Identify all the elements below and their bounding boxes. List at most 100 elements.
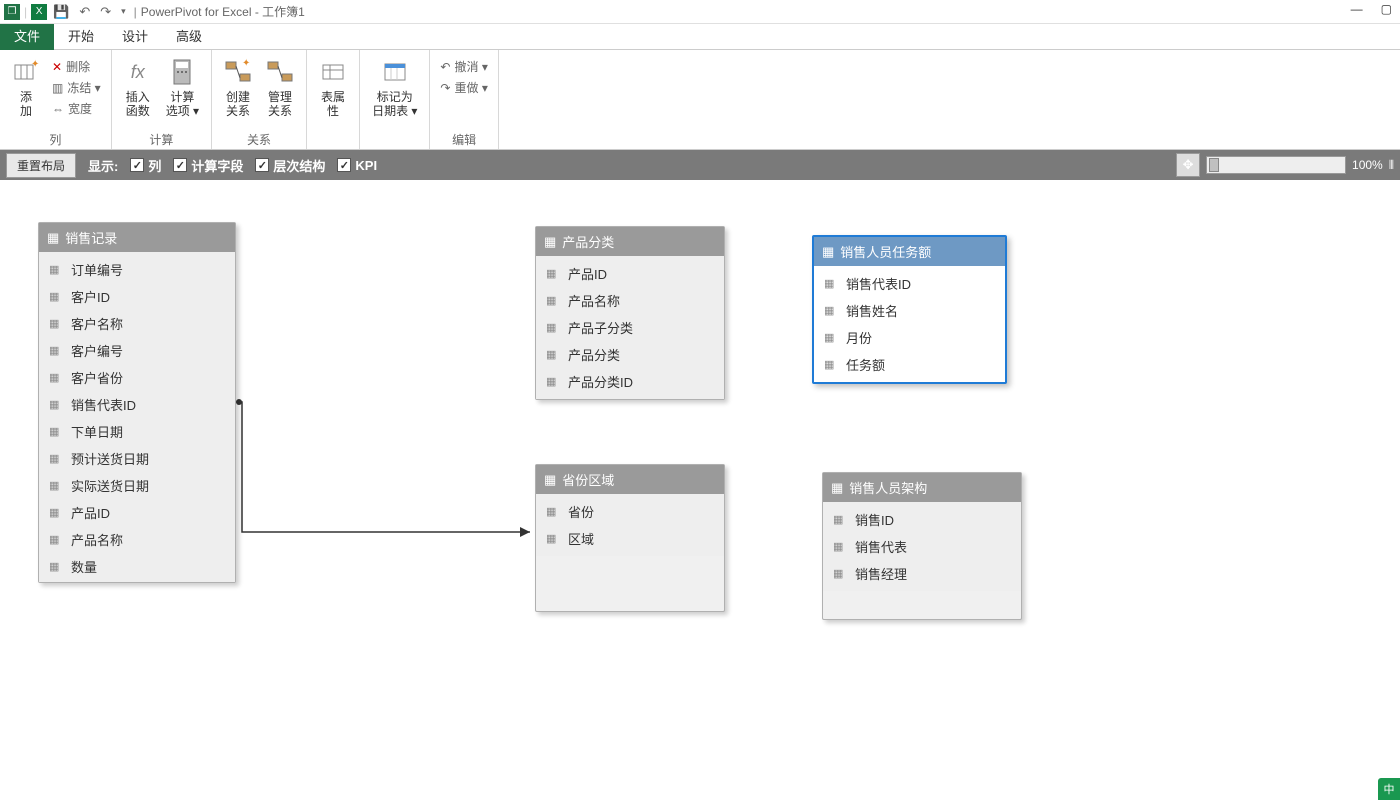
card-title: 销售人员架构 <box>849 478 927 497</box>
field-label: 数量 <box>71 557 97 576</box>
field-label: 省份 <box>568 502 594 521</box>
card-header[interactable]: ▦产品分类 <box>536 227 724 256</box>
field-item[interactable]: ▦区域 <box>536 525 724 552</box>
field-item[interactable]: ▦单价 <box>39 580 235 582</box>
field-label: 产品分类ID <box>568 372 633 391</box>
card-header[interactable]: ▦省份区域 <box>536 465 724 494</box>
field-item[interactable]: ▦客户省份 <box>39 364 235 391</box>
field-label: 销售代表ID <box>846 274 911 293</box>
field-item[interactable]: ▦产品名称 <box>39 526 235 553</box>
field-item[interactable]: ▦预计送货日期 <box>39 445 235 472</box>
card-header[interactable]: ▦ 销售人员架构 <box>823 473 1021 502</box>
field-item[interactable]: ▦产品ID <box>536 260 724 287</box>
ime-badge[interactable]: 中 <box>1378 778 1400 800</box>
window-title: PowerPivot for Excel - 工作簿1 <box>141 3 305 20</box>
create-relationship-button[interactable]: ✦ 创建 关系 <box>218 54 258 120</box>
field-label: 产品名称 <box>568 291 620 310</box>
show-label: 显示: <box>88 156 118 175</box>
field-item[interactable]: ▦实际送货日期 <box>39 472 235 499</box>
card-header[interactable]: ▦销售记录 <box>39 223 235 252</box>
zoom-slider[interactable] <box>1206 156 1346 174</box>
column-icon: ▦ <box>546 348 562 361</box>
redo-button[interactable]: ↷重做 ▾ <box>436 77 491 98</box>
add-column-button[interactable]: ✦ 添 加 <box>6 54 46 120</box>
field-item[interactable]: ▦产品分类 <box>536 341 724 368</box>
maximize-button[interactable]: ▢ <box>1381 2 1392 16</box>
check-icon: ✓ <box>173 158 187 172</box>
field-item[interactable]: ▦客户ID <box>39 283 235 310</box>
field-item[interactable]: ▦销售代表ID <box>39 391 235 418</box>
field-label: 产品子分类 <box>568 318 633 337</box>
card-body: ▦订单编号▦客户ID▦客户名称▦客户编号▦客户省份▦销售代表ID▦下单日期▦预计… <box>39 252 235 582</box>
group-label-calc: 计算 <box>118 131 205 147</box>
table-card-region[interactable]: ▦省份区域 ▦省份▦区域 <box>535 464 725 612</box>
field-item[interactable]: ▦下单日期 <box>39 418 235 445</box>
check-icon: ✓ <box>255 158 269 172</box>
column-icon: ▦ <box>49 263 65 276</box>
check-icon: ✓ <box>337 158 351 172</box>
table-prop-icon <box>319 56 347 88</box>
svg-text:✦: ✦ <box>242 58 250 69</box>
field-item[interactable]: ▦任务额 <box>814 351 1005 378</box>
field-item[interactable]: ▦销售经理 <box>823 560 1021 587</box>
zoom-handle-icon[interactable]: ⦀ <box>1389 158 1394 173</box>
field-item[interactable]: ▦销售ID <box>823 506 1021 533</box>
table-card-sales[interactable]: ▦销售记录 ▦订单编号▦客户ID▦客户名称▦客户编号▦客户省份▦销售代表ID▦下… <box>38 222 236 583</box>
table-card-staff[interactable]: ▦ 销售人员架构 ▦销售ID▦销售代表▦销售经理 <box>822 472 1022 620</box>
minimize-button[interactable]: ― <box>1351 2 1363 16</box>
tab-advanced[interactable]: 高级 <box>162 24 216 50</box>
field-item[interactable]: ▦产品子分类 <box>536 314 724 341</box>
table-icon: ▦ <box>831 480 843 496</box>
field-label: 实际送货日期 <box>71 476 149 495</box>
manage-relationships-button[interactable]: 管理 关系 <box>260 54 300 120</box>
table-card-category[interactable]: ▦产品分类 ▦产品ID▦产品名称▦产品子分类▦产品分类▦产品分类ID <box>535 226 725 400</box>
card-header[interactable]: ▦销售人员任务额 <box>814 237 1005 266</box>
tab-design[interactable]: 设计 <box>108 24 162 50</box>
width-button[interactable]: ⇔宽度 <box>48 98 105 119</box>
reset-layout-button[interactable]: 重置布局 <box>6 153 76 178</box>
mark-date-table-button[interactable]: 标记为 日期表 ▾ <box>366 54 423 120</box>
card-title: 销售记录 <box>65 228 117 247</box>
table-card-quota[interactable]: ▦销售人员任务额 ▦销售代表ID▦销售姓名▦月份▦任务额 <box>812 235 1007 384</box>
svg-text:✦: ✦ <box>31 59 39 70</box>
table-properties-button[interactable]: 表属 性 <box>313 54 353 120</box>
checkbox-calc-fields[interactable]: ✓计算字段 <box>173 156 243 175</box>
diagram-canvas[interactable]: ▦销售记录 ▦订单编号▦客户ID▦客户名称▦客户编号▦客户省份▦销售代表ID▦下… <box>0 180 1400 800</box>
checkbox-kpi[interactable]: ✓KPI <box>337 158 377 173</box>
field-label: 客户名称 <box>71 314 123 333</box>
checkbox-columns[interactable]: ✓列 <box>130 156 161 175</box>
undo-icon[interactable]: ↶ <box>75 4 94 20</box>
field-item[interactable]: ▦销售姓名 <box>814 297 1005 324</box>
tab-home[interactable]: 开始 <box>54 24 108 50</box>
redo-icon[interactable]: ↷ <box>96 4 115 20</box>
ribbon: ✦ 添 加 ✕删除 ▥冻结 ▾ ⇔宽度 列 fx 插入 函数 计算 选项 ▾ 计… <box>0 50 1400 150</box>
field-item[interactable]: ▦省份 <box>536 498 724 525</box>
field-item[interactable]: ▦数量 <box>39 553 235 580</box>
field-item[interactable]: ▦销售代表 <box>823 533 1021 560</box>
delete-button[interactable]: ✕删除 <box>48 56 105 77</box>
field-item[interactable]: ▦月份 <box>814 324 1005 351</box>
column-icon: ▦ <box>49 452 65 465</box>
field-item[interactable]: ▦客户名称 <box>39 310 235 337</box>
calculation-options-button[interactable]: 计算 选项 ▾ <box>160 54 205 120</box>
pan-control[interactable]: ✥ <box>1176 153 1200 177</box>
qat-dropdown-icon[interactable]: ▾ <box>117 6 130 17</box>
field-label: 产品ID <box>71 503 110 522</box>
undo-button[interactable]: ↶撤消 ▾ <box>436 56 491 77</box>
checkbox-hierarchies[interactable]: ✓层次结构 <box>255 156 325 175</box>
width-icon: ⇔ <box>52 102 64 116</box>
check-icon: ✓ <box>130 158 144 172</box>
field-item[interactable]: ▦产品ID <box>39 499 235 526</box>
column-icon: ▦ <box>833 513 849 526</box>
insert-function-button[interactable]: fx 插入 函数 <box>118 54 158 120</box>
field-item[interactable]: ▦产品名称 <box>536 287 724 314</box>
field-item[interactable]: ▦产品分类ID <box>536 368 724 395</box>
tab-file[interactable]: 文件 <box>0 24 54 50</box>
field-item[interactable]: ▦订单编号 <box>39 256 235 283</box>
table-add-icon: ✦ <box>12 56 40 88</box>
field-item[interactable]: ▦客户编号 <box>39 337 235 364</box>
column-icon: ▦ <box>49 290 65 303</box>
freeze-button[interactable]: ▥冻结 ▾ <box>48 77 105 98</box>
save-icon[interactable]: 💾 <box>49 4 73 20</box>
field-item[interactable]: ▦销售代表ID <box>814 270 1005 297</box>
